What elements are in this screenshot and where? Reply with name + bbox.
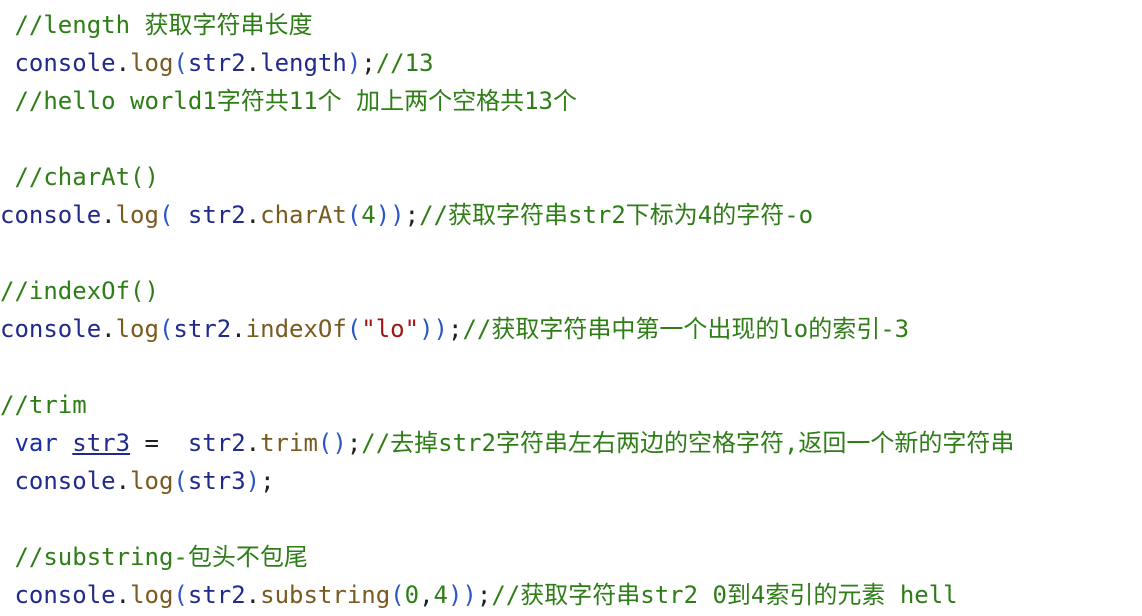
code-token: str2	[187, 429, 246, 457]
code-token: .	[101, 315, 116, 343]
code-token: .	[115, 49, 131, 77]
code-line[interactable]: console.log(str2.substring(0,4));//获取字符串…	[0, 576, 1142, 614]
code-comment: //substring-包头不包尾	[14, 543, 308, 571]
code-token: ;	[404, 201, 420, 229]
code-comment: //length 获取字符串长度	[14, 11, 313, 39]
code-line[interactable]: console.log(str2.length);//13	[0, 44, 1142, 82]
code-token: ;	[346, 429, 362, 457]
code-token: (	[158, 201, 188, 229]
code-token: ;	[476, 581, 492, 609]
code-comment: //去掉str2字符串左右两边的空格字符,返回一个新的字符串	[361, 429, 1015, 457]
code-token: (	[346, 201, 362, 229]
code-line[interactable]: //hello world1字符共11个 加上两个空格共13个	[0, 82, 1142, 120]
code-token: ))	[419, 315, 448, 343]
code-token: log	[115, 201, 159, 229]
code-token: )	[346, 49, 362, 77]
code-line[interactable]: //length 获取字符串长度	[0, 6, 1142, 44]
code-token: ()	[317, 429, 347, 457]
code-token: (	[173, 581, 188, 609]
code-token: console	[14, 467, 116, 495]
code-token: trim	[260, 429, 318, 457]
code-token: .	[245, 201, 261, 229]
code-line[interactable]: //trim	[0, 386, 1142, 424]
code-token: charAt	[260, 201, 347, 229]
code-token: .	[115, 581, 131, 609]
code-token: )	[245, 467, 261, 495]
code-token: str2	[187, 201, 246, 229]
code-token: (	[346, 315, 362, 343]
code-comment: //13	[375, 49, 434, 77]
code-token: str2	[173, 315, 232, 343]
code-token: ;	[260, 467, 275, 495]
code-token: =	[130, 429, 188, 457]
code-line[interactable]: //indexOf()	[0, 272, 1142, 310]
code-token: .	[231, 315, 246, 343]
code-token: ,	[419, 581, 434, 609]
code-comment: //hello world1字符共11个 加上两个空格共13个	[14, 87, 577, 115]
code-token: length	[260, 49, 347, 77]
code-token: ;	[447, 315, 463, 343]
code-token: ))	[447, 581, 477, 609]
code-token: (	[158, 315, 174, 343]
code-token: .	[245, 429, 261, 457]
code-token: log	[130, 581, 174, 609]
code-line[interactable]: console.log(str2.indexOf("lo"));//获取字符串中…	[0, 310, 1142, 348]
code-token: console	[14, 49, 116, 77]
code-token: str3	[187, 467, 246, 495]
code-token: log	[130, 467, 174, 495]
code-token: .	[245, 581, 261, 609]
code-line[interactable]	[0, 348, 1142, 386]
code-line[interactable]: //substring-包头不包尾	[0, 538, 1142, 576]
code-token: str3	[72, 429, 131, 457]
code-comment: //获取字符串str2下标为4的字符-o	[419, 201, 814, 229]
code-line[interactable]: //charAt()	[0, 158, 1142, 196]
code-token: log	[130, 49, 174, 77]
code-line[interactable]: console.log( str2.charAt(4));//获取字符串str2…	[0, 196, 1142, 234]
code-token: ;	[361, 49, 376, 77]
code-comment: //获取字符串中第一个出现的lo的索引-3	[462, 315, 910, 343]
code-line[interactable]	[0, 120, 1142, 158]
code-token: 4	[361, 201, 376, 229]
code-comment: //indexOf()	[0, 277, 159, 305]
code-token: var	[14, 429, 58, 457]
code-token: (	[390, 581, 405, 609]
code-token: ))	[375, 201, 405, 229]
code-token: str2	[187, 581, 246, 609]
code-editor[interactable]: //length 获取字符串长度 console.log(str2.length…	[0, 6, 1142, 614]
code-token: console	[0, 315, 102, 343]
code-line[interactable]	[0, 234, 1142, 272]
code-token: .	[245, 49, 261, 77]
code-token: .	[115, 467, 131, 495]
code-comment: //trim	[0, 391, 87, 419]
code-line[interactable]: console.log(str3);	[0, 462, 1142, 500]
code-token: 0	[404, 581, 420, 609]
code-token: log	[115, 315, 159, 343]
code-token: substring	[260, 581, 391, 609]
code-token: "lo"	[361, 315, 420, 343]
code-token: console	[0, 201, 102, 229]
code-token: console	[14, 581, 116, 609]
code-token: (	[173, 49, 188, 77]
code-token: str2	[187, 49, 246, 77]
code-token: .	[101, 201, 116, 229]
code-line[interactable]	[0, 500, 1142, 538]
code-token: (	[173, 467, 188, 495]
code-token: indexOf	[245, 315, 347, 343]
code-line[interactable]: var str3 = str2.trim();//去掉str2字符串左右两边的空…	[0, 424, 1142, 462]
code-token: 4	[433, 581, 448, 609]
code-comment: //charAt()	[14, 163, 159, 191]
code-comment: //获取字符串str2 0到4索引的元素 hell	[491, 581, 958, 609]
